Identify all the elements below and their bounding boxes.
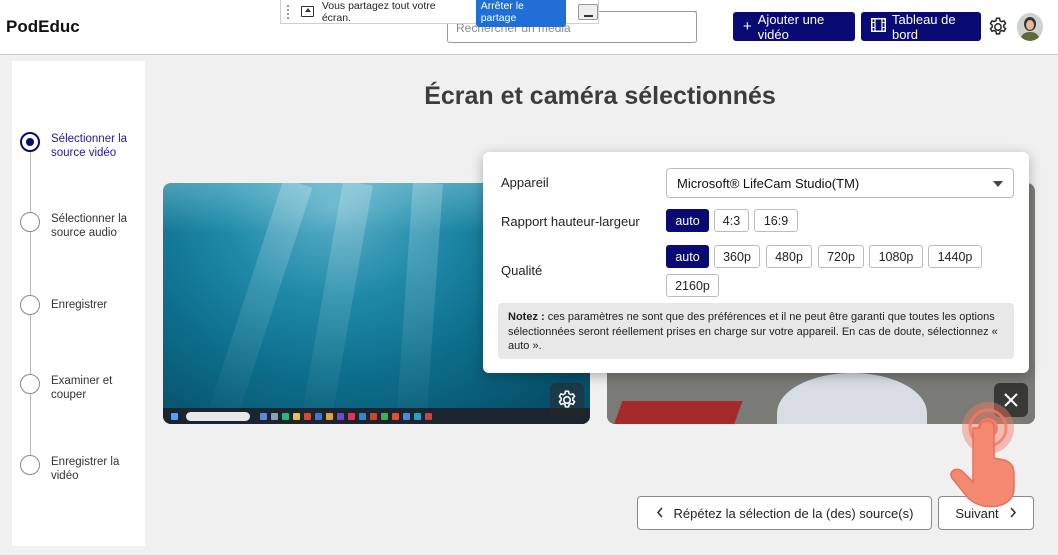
app-icon <box>293 412 300 420</box>
quality-option-1440p[interactable]: 1440p <box>928 245 982 268</box>
app-icon <box>348 412 355 420</box>
app-icon <box>414 412 421 420</box>
quality-option-auto[interactable]: auto <box>666 245 709 268</box>
next-label: Suivant <box>955 505 999 521</box>
drag-handle-icon[interactable] <box>287 4 291 19</box>
ratio-option-4-3[interactable]: 4:3 <box>714 209 749 232</box>
app-icon <box>271 412 278 420</box>
stop-sharing-button[interactable]: Arrêter le partage <box>475 0 567 27</box>
quality-option-720p[interactable]: 720p <box>818 245 864 268</box>
step-select-video-source[interactable]: Sélectionner la source vidéo <box>20 132 135 160</box>
add-video-button[interactable]: + Ajouter une vidéo <box>733 11 855 42</box>
screen-share-message: Vous partagez tout votre écran. <box>321 0 436 24</box>
app-icon <box>370 412 377 420</box>
step-label: Sélectionner la source vidéo <box>51 133 128 159</box>
dashboard-label: Tableau de bord <box>892 11 956 42</box>
step-label: Sélectionner la source audio <box>51 213 128 239</box>
device-select[interactable]: Microsoft® LifeCam Studio(TM) <box>666 168 1014 198</box>
note-text: ces paramètres ne sont que des préférenc… <box>508 311 998 352</box>
app-icon <box>337 412 344 420</box>
note-prefix: Notez : <box>508 311 545 323</box>
step-save-video[interactable]: Enregistrer la vidéo <box>20 455 135 483</box>
dashboard-button[interactable]: Tableau de bord <box>861 11 981 42</box>
app-icon <box>403 412 410 420</box>
repeat-source-selection-button[interactable]: Répétez la sélection de la (des) source(… <box>637 496 932 530</box>
repeat-label: Répétez la sélection de la (des) source(… <box>673 505 914 521</box>
taskbar-search <box>186 411 250 421</box>
device-label: Appareil <box>501 175 549 190</box>
settings-note: Notez : ces paramètres ne sont que des p… <box>498 303 1014 359</box>
step-select-audio-source[interactable]: Sélectionner la source audio <box>20 212 135 240</box>
quality-option-1080p[interactable]: 1080p <box>869 245 923 268</box>
quality-option-2160p[interactable]: 2160p <box>666 274 719 297</box>
start-icon <box>171 412 178 420</box>
screen-share-icon <box>300 6 314 17</box>
app-icon <box>381 412 388 420</box>
step-label: Enregistrer la vidéo <box>51 456 120 482</box>
app-icon <box>315 412 322 420</box>
ratio-label: Rapport hauteur-largeur <box>501 214 640 229</box>
step-label: Enregistrer <box>51 299 108 311</box>
page-title: Écran et caméra sélectionnés <box>424 82 776 110</box>
ratio-option-auto[interactable]: auto <box>666 209 709 232</box>
app-icon <box>304 412 311 420</box>
app-icon <box>359 412 366 420</box>
step-radio-icon <box>20 132 40 152</box>
camera-object <box>611 401 743 424</box>
quality-label: Qualité <box>501 263 543 278</box>
screen-share-toolbar: Vous partagez tout votre écran. Arrêter … <box>280 0 599 27</box>
step-radio-icon <box>20 212 40 232</box>
quality-option-480p[interactable]: 480p <box>766 245 812 268</box>
desktop-taskbar <box>163 408 590 424</box>
settings-gear-icon[interactable] <box>987 16 1009 38</box>
step-radio-icon <box>20 295 40 315</box>
brand-logo[interactable]: PodEduc <box>6 17 80 37</box>
app-icon <box>326 412 333 420</box>
app-icon <box>425 412 432 420</box>
close-settings-icon[interactable] <box>994 383 1028 417</box>
film-icon <box>871 18 886 35</box>
chevron-down-icon <box>993 181 1003 187</box>
ratio-option-16-9[interactable]: 16:9 <box>754 209 798 232</box>
divider <box>599 11 697 12</box>
step-radio-icon <box>20 374 40 394</box>
device-value: Microsoft® LifeCam Studio(TM) <box>677 176 860 191</box>
step-label: Examiner et couper <box>51 375 113 401</box>
minimize-icon[interactable] <box>578 3 598 20</box>
add-video-label: Ajouter une vidéo <box>757 11 825 42</box>
app-icon <box>282 412 289 420</box>
app-icon <box>260 412 267 420</box>
chevron-right-icon <box>1009 506 1017 521</box>
user-avatar[interactable] <box>1017 13 1043 41</box>
step-record[interactable]: Enregistrer <box>20 295 135 315</box>
plus-icon: + <box>743 18 752 35</box>
step-radio-icon <box>20 455 40 475</box>
app-icon <box>392 412 399 420</box>
step-review-trim[interactable]: Examiner et couper <box>20 374 135 402</box>
video-settings-gear-icon[interactable] <box>550 383 584 417</box>
camera-settings-panel: Appareil Microsoft® LifeCam Studio(TM) R… <box>483 152 1029 373</box>
next-button[interactable]: Suivant <box>938 496 1034 530</box>
quality-option-360p[interactable]: 360p <box>714 245 760 268</box>
chevron-left-icon <box>656 506 664 521</box>
